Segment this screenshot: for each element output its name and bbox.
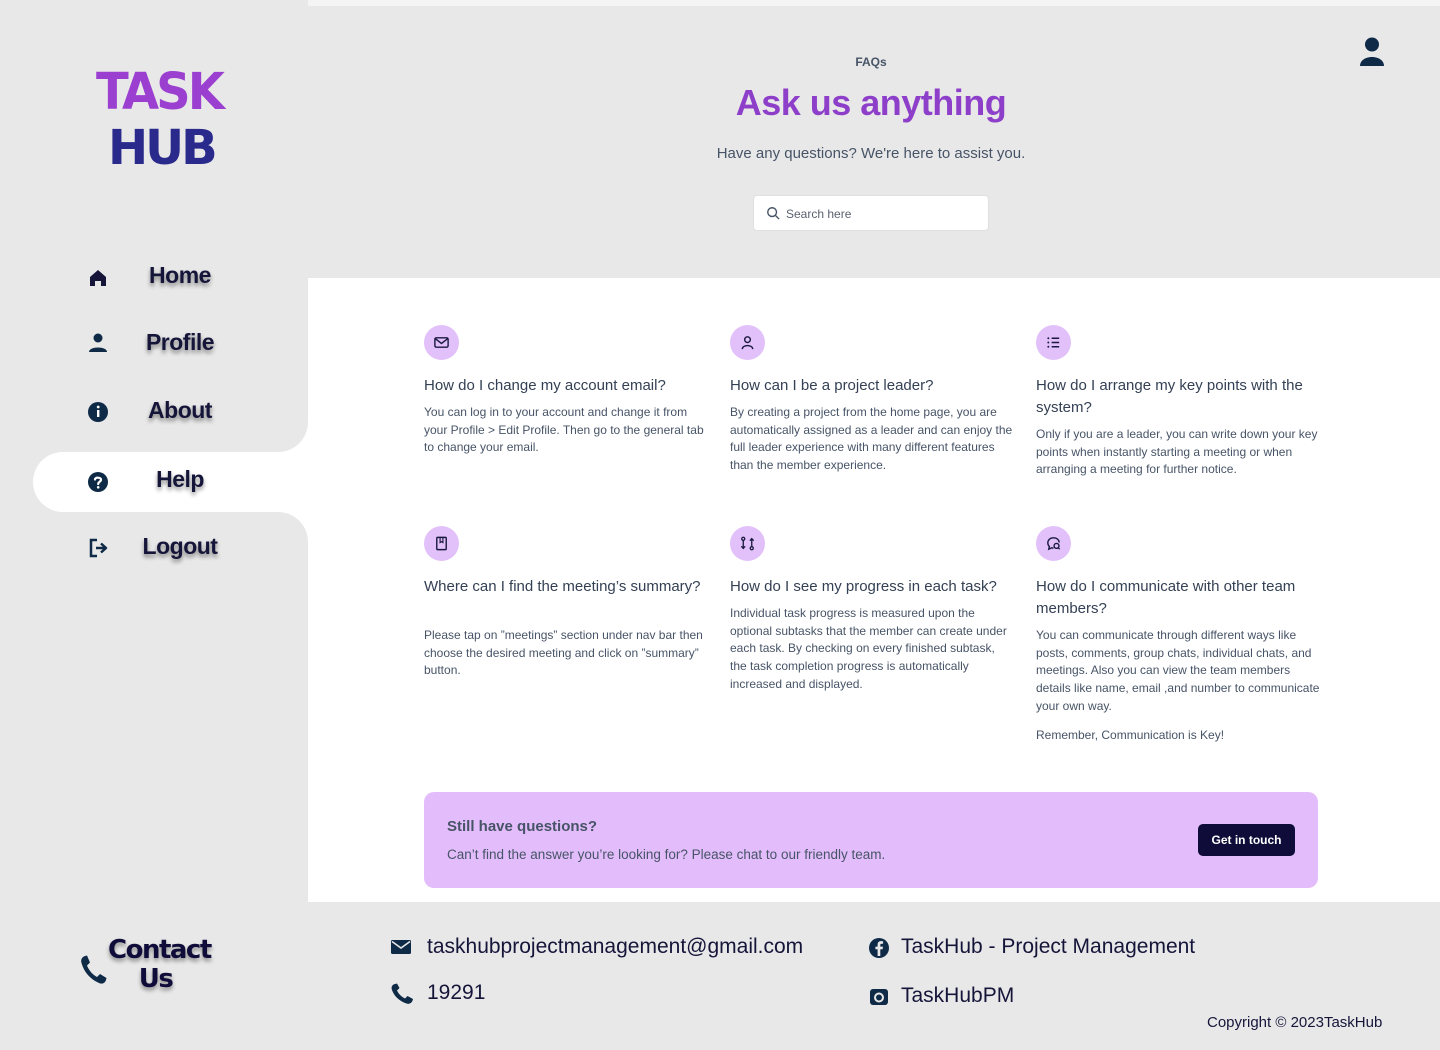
copyright-text: Copyright © 2023TaskHub [1207, 1014, 1383, 1031]
cta-text: Can’t find the answer you’re looking for… [447, 847, 886, 862]
faq-badge [730, 526, 765, 561]
faq-content: How do I change my account email? You ca… [308, 278, 1440, 902]
phone-icon [389, 982, 415, 1006]
sidebar-item-about[interactable]: About [0, 383, 308, 443]
contact-us-title: Contact Us [108, 935, 212, 994]
taskhub-logo: TASK HUB [96, 62, 226, 176]
logo-line-1: TASK [96, 62, 225, 122]
footer-instagram-link[interactable]: TaskHubPM [901, 984, 1014, 1008]
search-icon [766, 206, 780, 220]
git-pull-icon [740, 536, 755, 551]
footer-email-link[interactable]: taskhubprojectmanagement@gmail.com [427, 935, 803, 959]
sidebar-item-logout[interactable]: Logout [0, 519, 308, 579]
mail-icon [434, 337, 449, 348]
info-icon [86, 400, 110, 424]
faq-eyebrow: FAQs [855, 55, 887, 69]
sidebar-item-label: Help [156, 466, 204, 492]
faq-answer: You can log in to your account and chang… [424, 405, 704, 455]
cta-title: Still have questions? [447, 818, 598, 835]
home-icon [86, 266, 110, 290]
list-icon [1047, 337, 1060, 348]
faq-badge [1036, 526, 1071, 561]
faq-question: How do I see my progress in each task? [730, 578, 997, 595]
faq-answer: You can communicate through different wa… [1036, 628, 1320, 713]
user-icon [741, 336, 754, 350]
logout-icon [86, 536, 110, 560]
bookmark-icon [436, 536, 447, 551]
sidebar-item-label: Home [149, 262, 211, 288]
faq-answer: Please tap on ”meetings” section under n… [424, 628, 703, 678]
sidebar-item-label: About [148, 397, 212, 423]
instagram-icon [868, 986, 890, 1008]
faq-answer: Only if you are a leader, you can write … [1036, 427, 1318, 477]
get-in-touch-button[interactable]: Get in touch [1198, 824, 1295, 856]
sidebar-item-label: Profile [145, 329, 215, 355]
faq-answer-note: Remember, Communication is Key! [1036, 728, 1225, 742]
faq-answer: By creating a project from the home page… [730, 405, 1013, 473]
mail-icon [390, 936, 412, 958]
faq-badge [1036, 325, 1071, 360]
faq-badge [730, 325, 765, 360]
faq-question: Where can I find the meeting’s summary? [424, 578, 701, 595]
search-input[interactable] [786, 204, 976, 224]
facebook-icon [868, 937, 890, 959]
faq-question: How can I be a project leader? [730, 377, 934, 394]
faq-header: FAQs Ask us anything Have any questions?… [308, 6, 1440, 278]
account-avatar-icon[interactable] [1358, 36, 1386, 66]
page-subtitle: Have any questions? We're here to assist… [716, 145, 1026, 162]
search-box [753, 195, 989, 231]
user-icon [86, 331, 110, 355]
faq-badge [424, 526, 459, 561]
sidebar-item-help[interactable]: Help [0, 452, 308, 512]
sidebar-item-home[interactable]: Home [0, 248, 308, 308]
faq-question: How do I change my account email? [424, 377, 666, 394]
footer-phone-number[interactable]: 19291 [427, 981, 485, 1005]
phone-icon [78, 952, 108, 986]
faq-question: How do I arrange my key points with the … [1036, 377, 1303, 416]
faq-question: How do I communicate with other team mem… [1036, 578, 1296, 617]
sidebar-item-label: Logout [142, 533, 218, 559]
faq-badge [424, 325, 459, 360]
sidebar-item-profile[interactable]: Profile [0, 315, 308, 375]
page-title: Ask us anything [735, 82, 1007, 123]
chat-icon [1047, 537, 1061, 551]
faq-answer: Individual task progress is measured upo… [730, 606, 1007, 691]
contact-cta-card: Still have questions? Can’t find the ans… [424, 792, 1318, 888]
logo-line-2: HUB [108, 120, 218, 176]
footer-facebook-link[interactable]: TaskHub - Project Management [901, 935, 1195, 959]
help-icon [86, 470, 110, 494]
